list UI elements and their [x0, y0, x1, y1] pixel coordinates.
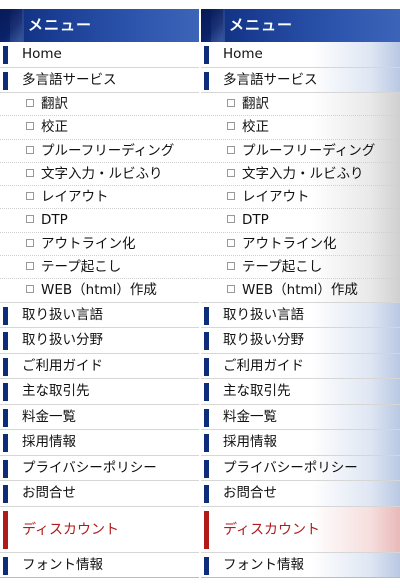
submenu-item-proof-reading-en[interactable]: プルーフリーディング — [0, 140, 199, 163]
submenu-item-proof-reading-en[interactable]: プルーフリーディング — [201, 139, 400, 163]
menu-item-multilingual[interactable]: 多言語サービス — [0, 68, 199, 93]
menu-list: Home 多言語サービス 翻訳 校正 プルーフリーディング 文字入力・ルビふり … — [0, 42, 199, 579]
square-bullet-icon — [227, 215, 235, 224]
submenu-item-layout[interactable]: レイアウト — [201, 186, 400, 210]
square-bullet-icon — [26, 99, 34, 107]
menu-item-contact[interactable]: お問合せ — [0, 481, 199, 507]
menu-panel-left: メニュー Home 多言語サービス 翻訳 校正 プルーフリーディング 文字入力・… — [0, 9, 199, 582]
submenu-item-outline[interactable]: アウトライン化 — [0, 233, 199, 257]
submenu-item-layout[interactable]: レイアウト — [0, 186, 199, 210]
square-bullet-icon — [227, 192, 235, 201]
submenu-item-web[interactable]: WEB（html）作成 — [0, 279, 199, 303]
submenu-item-web[interactable]: WEB（html）作成 — [201, 279, 400, 303]
menu-title: メニュー — [28, 16, 93, 34]
submenu-item-transcription[interactable]: テープ起こし — [201, 256, 400, 280]
submenu-item-proofreading[interactable]: 校正 — [0, 116, 199, 140]
menu-panel-right-hover: メニュー Home 多言語サービス 翻訳 校正 プルーフリーディング 文字入力・… — [201, 9, 400, 582]
menu-item-discount[interactable]: ディスカウント — [0, 507, 199, 553]
square-bullet-icon — [26, 192, 34, 201]
menu-item-privacy[interactable]: プライバシーポリシー — [201, 455, 400, 482]
square-bullet-icon — [26, 215, 34, 224]
menu-item-languages[interactable]: 取り扱い言語 — [0, 303, 199, 329]
submenu-item-dtp[interactable]: DTP — [201, 209, 400, 233]
menu-item-pricing[interactable]: 料金一覧 — [201, 404, 400, 431]
header-chevron-icon — [201, 9, 225, 42]
menu-item-privacy[interactable]: プライバシーポリシー — [0, 456, 199, 482]
menu-item-clients[interactable]: 主な取引先 — [0, 379, 199, 405]
submenu-item-dtp[interactable]: DTP — [0, 209, 199, 233]
square-bullet-icon — [227, 122, 235, 131]
menu-list: Home 多言語サービス 翻訳 校正 プルーフリーディング 文字入力・ルビふり … — [201, 42, 400, 579]
square-bullet-icon — [26, 168, 34, 177]
square-bullet-icon — [227, 262, 235, 271]
menu-header: メニュー — [201, 9, 400, 42]
menu-item-home[interactable]: Home — [0, 42, 199, 68]
menu-header: メニュー — [0, 9, 199, 42]
square-bullet-icon — [227, 168, 235, 177]
menu-item-discount[interactable]: ディスカウント — [201, 506, 400, 553]
square-bullet-icon — [227, 145, 235, 154]
menu-item-clients[interactable]: 主な取引先 — [201, 379, 400, 405]
menu-item-pricing[interactable]: 料金一覧 — [0, 405, 199, 431]
square-bullet-icon — [26, 122, 34, 131]
menu-item-careers[interactable]: 採用情報 — [0, 430, 199, 456]
submenu-item-text-input[interactable]: 文字入力・ルビふり — [0, 163, 199, 187]
menu-item-careers[interactable]: 採用情報 — [201, 430, 400, 456]
submenu-item-proofreading[interactable]: 校正 — [201, 116, 400, 140]
square-bullet-icon — [227, 238, 235, 247]
submenu-item-translation[interactable]: 翻訳 — [201, 93, 400, 117]
menu-title: メニュー — [229, 16, 294, 34]
submenu-item-text-input[interactable]: 文字入力・ルビふり — [201, 162, 400, 187]
menu-item-guide[interactable]: ご利用ガイド — [0, 354, 199, 380]
menu-item-multilingual[interactable]: 多言語サービス — [201, 67, 400, 93]
square-bullet-icon — [26, 145, 34, 154]
menu-item-font-info[interactable]: フォント情報 — [0, 553, 199, 579]
menu-item-languages[interactable]: 取り扱い言語 — [201, 302, 400, 329]
square-bullet-icon — [26, 262, 34, 271]
menu-item-guide[interactable]: ご利用ガイド — [201, 353, 400, 380]
menu-item-contact[interactable]: お問合せ — [201, 481, 400, 507]
header-chevron-icon — [0, 9, 24, 42]
square-bullet-icon — [26, 285, 34, 294]
menu-item-home[interactable]: Home — [201, 42, 400, 68]
submenu-item-transcription[interactable]: テープ起こし — [0, 256, 199, 280]
menu-item-fields[interactable]: 取り扱い分野 — [201, 328, 400, 354]
submenu-item-outline[interactable]: アウトライン化 — [201, 232, 400, 257]
square-bullet-icon — [227, 99, 235, 107]
menu-item-font-info[interactable]: フォント情報 — [201, 552, 400, 579]
submenu-item-translation[interactable]: 翻訳 — [0, 93, 199, 117]
square-bullet-icon — [227, 285, 235, 294]
menu-item-fields[interactable]: 取り扱い分野 — [0, 328, 199, 354]
square-bullet-icon — [26, 238, 34, 247]
